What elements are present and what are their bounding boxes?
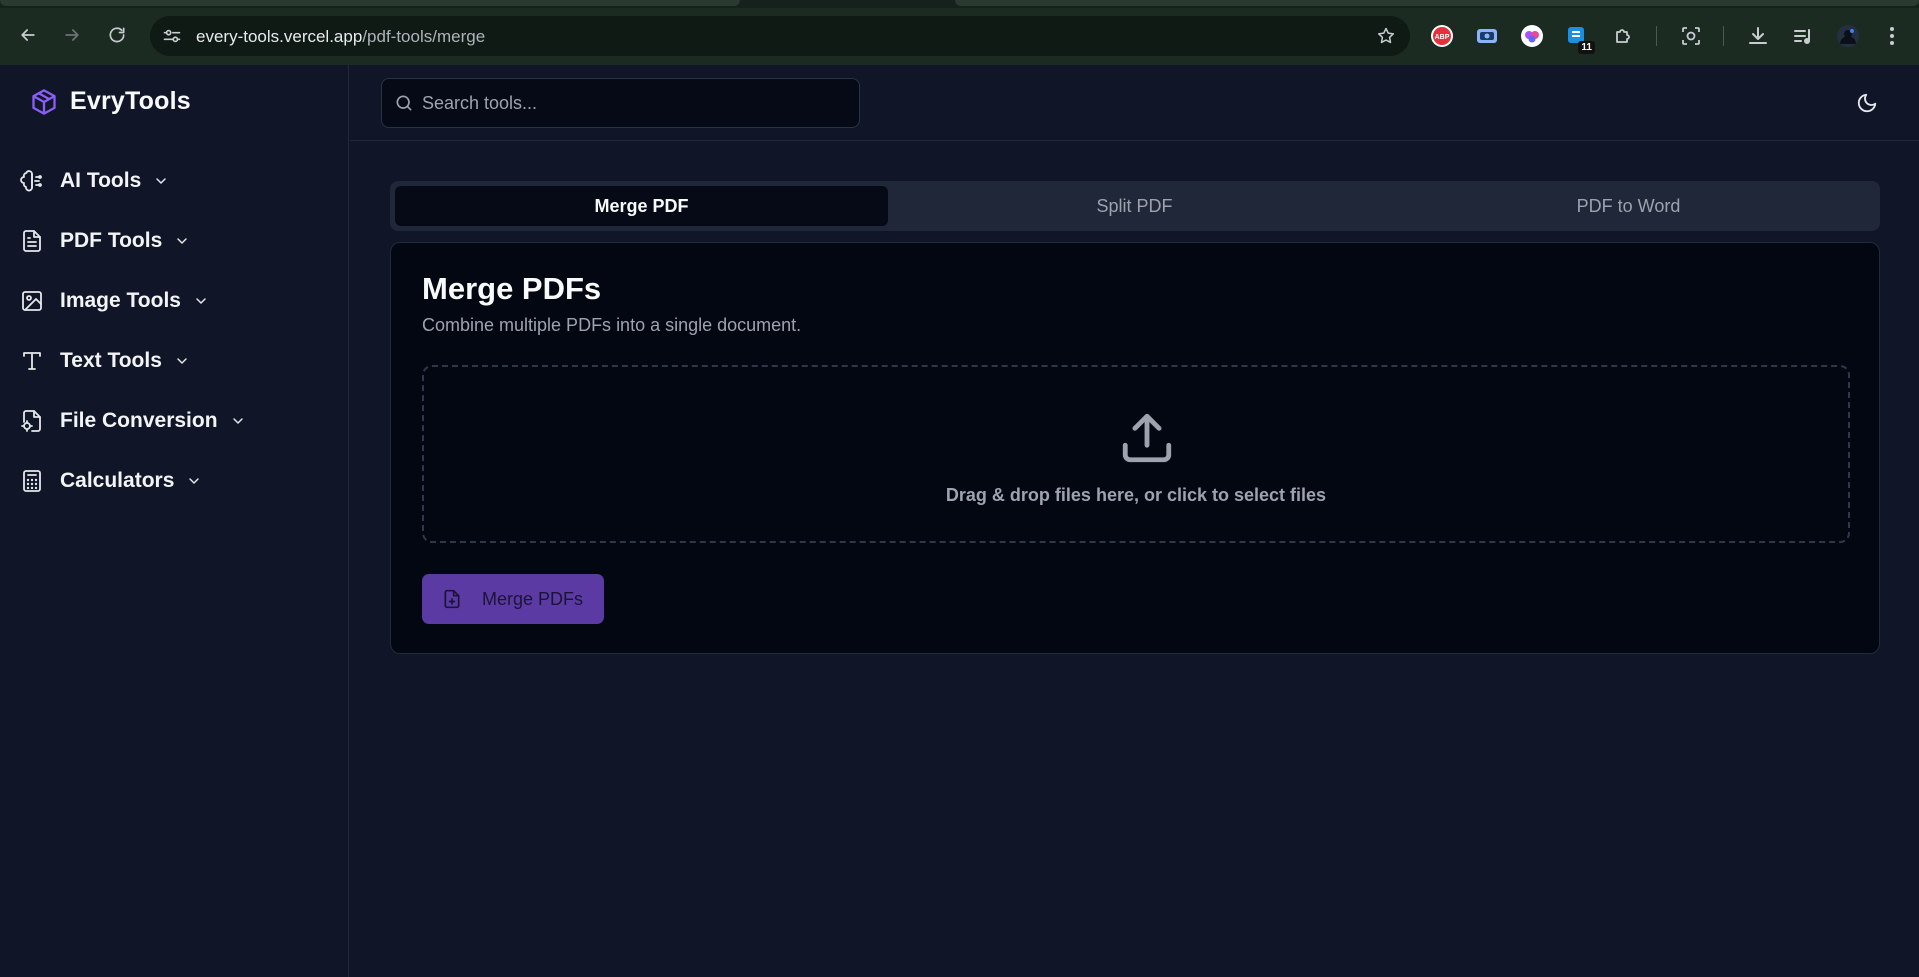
top-header: [350, 65, 1919, 141]
forward-button[interactable]: [58, 21, 86, 49]
tab-strip: [0, 0, 1919, 8]
file-cog-icon: [20, 409, 44, 433]
page-subtitle: Combine multiple PDFs into a single docu…: [422, 315, 802, 335]
url-host: every-tools.vercel.app: [196, 27, 363, 46]
chevron-down-icon: [177, 358, 187, 364]
chevron-down-icon: [156, 178, 167, 184]
extensions-puzzle-icon[interactable]: [1610, 22, 1638, 50]
moon-icon: [1857, 93, 1877, 113]
reload-icon: [109, 27, 125, 43]
reader-extension-icon[interactable]: 11: [1563, 22, 1595, 54]
back-button[interactable]: [14, 21, 42, 49]
url-text: every-tools.vercel.app/pdf-tools/merge: [196, 27, 485, 47]
toolbar-separator: [1656, 26, 1657, 46]
file-dropzone[interactable]: Drag & drop files here, or click to sele…: [422, 365, 1850, 543]
tab-merge-pdf[interactable]: Merge PDF: [395, 186, 888, 226]
chevron-down-icon: [189, 478, 200, 484]
sidebar-item-label: Text Tools: [60, 349, 162, 372]
search-input[interactable]: [422, 79, 852, 127]
arrow-right-icon: [65, 29, 79, 41]
sidebar-item-ai-tools[interactable]: AI Tools: [20, 151, 340, 211]
brand-logo[interactable]: EvryTools: [30, 87, 191, 116]
tool-tabs: Merge PDF Split PDF PDF to Word: [390, 181, 1880, 231]
theme-toggle-button[interactable]: [1853, 89, 1881, 117]
merge-button-label: Merge PDFs: [482, 588, 584, 609]
sidebar-item-pdf-tools[interactable]: PDF Tools: [20, 211, 340, 271]
sidebar-item-file-conversion[interactable]: File Conversion: [20, 391, 340, 451]
screenshot-lens-icon[interactable]: [1677, 22, 1705, 50]
tab-pdf-to-word[interactable]: PDF to Word: [1382, 186, 1875, 226]
toolbar-separator: [1723, 26, 1724, 46]
brand-name: EvryTools: [70, 87, 191, 115]
browser-tab[interactable]: [955, 0, 1919, 6]
reload-button[interactable]: [103, 21, 131, 49]
app-root: EvryTools AI Tools PDF Tools Image Tools…: [0, 65, 1919, 977]
dropzone-text: Drag & drop files here, or click to sele…: [945, 485, 1327, 505]
screen-capture-icon[interactable]: [1473, 22, 1501, 50]
address-bar[interactable]: every-tools.vercel.app/pdf-tools/merge: [150, 16, 1410, 56]
sidebar-item-text-tools[interactable]: Text Tools: [20, 331, 340, 391]
file-plus-icon: [444, 589, 460, 609]
sidebar-item-label: AI Tools: [60, 169, 142, 192]
type-icon: [20, 349, 44, 373]
tab-split-pdf[interactable]: Split PDF: [888, 186, 1381, 226]
page-title: Merge PDFs: [422, 271, 602, 306]
calculator-icon: [20, 469, 44, 493]
adblock-plus-icon[interactable]: ABP: [1428, 22, 1456, 50]
sidebar-item-label: PDF Tools: [60, 229, 163, 252]
brain-icon: [20, 169, 44, 193]
sidebar-item-label: Calculators: [60, 469, 175, 492]
chevron-down-icon: [177, 238, 188, 244]
file-text-icon: [20, 229, 44, 253]
downloads-icon[interactable]: [1744, 22, 1772, 50]
browser-menu-icon[interactable]: [1878, 22, 1906, 50]
profile-avatar-icon[interactable]: [1834, 22, 1862, 50]
url-path: /pdf-tools/merge: [362, 27, 486, 46]
merge-pdfs-button[interactable]: Merge PDFs: [422, 574, 604, 624]
cube-logo-icon: [32, 88, 56, 115]
sidebar-item-label: File Conversion: [60, 409, 218, 432]
site-settings-icon[interactable]: [162, 26, 182, 46]
arrow-left-icon: [21, 29, 35, 41]
image-icon: [20, 289, 44, 313]
bookmark-star-icon[interactable]: [1376, 26, 1396, 46]
sidebar-item-image-tools[interactable]: Image Tools: [20, 271, 340, 331]
browser-tab[interactable]: [0, 0, 740, 6]
upload-icon: [1122, 413, 1172, 463]
sidebar-nav: AI Tools PDF Tools Image Tools Text Tool…: [20, 151, 340, 511]
extension-badge: 11: [1578, 41, 1595, 54]
chevron-down-icon: [232, 418, 243, 424]
sidebar: EvryTools AI Tools PDF Tools Image Tools…: [0, 65, 349, 977]
sidebar-item-label: Image Tools: [60, 289, 181, 312]
chevron-down-icon: [196, 298, 206, 304]
brain-extension-icon[interactable]: [1518, 22, 1546, 50]
merge-card: Merge PDFs Combine multiple PDFs into a …: [390, 242, 1880, 654]
sidebar-item-calculators[interactable]: Calculators: [20, 451, 340, 511]
search-box: [381, 78, 860, 128]
media-queue-icon[interactable]: [1789, 22, 1817, 50]
svg-text:ABP: ABP: [1435, 34, 1450, 41]
search-icon: [396, 95, 412, 111]
browser-chrome: every-tools.vercel.app/pdf-tools/merge A…: [0, 0, 1919, 65]
